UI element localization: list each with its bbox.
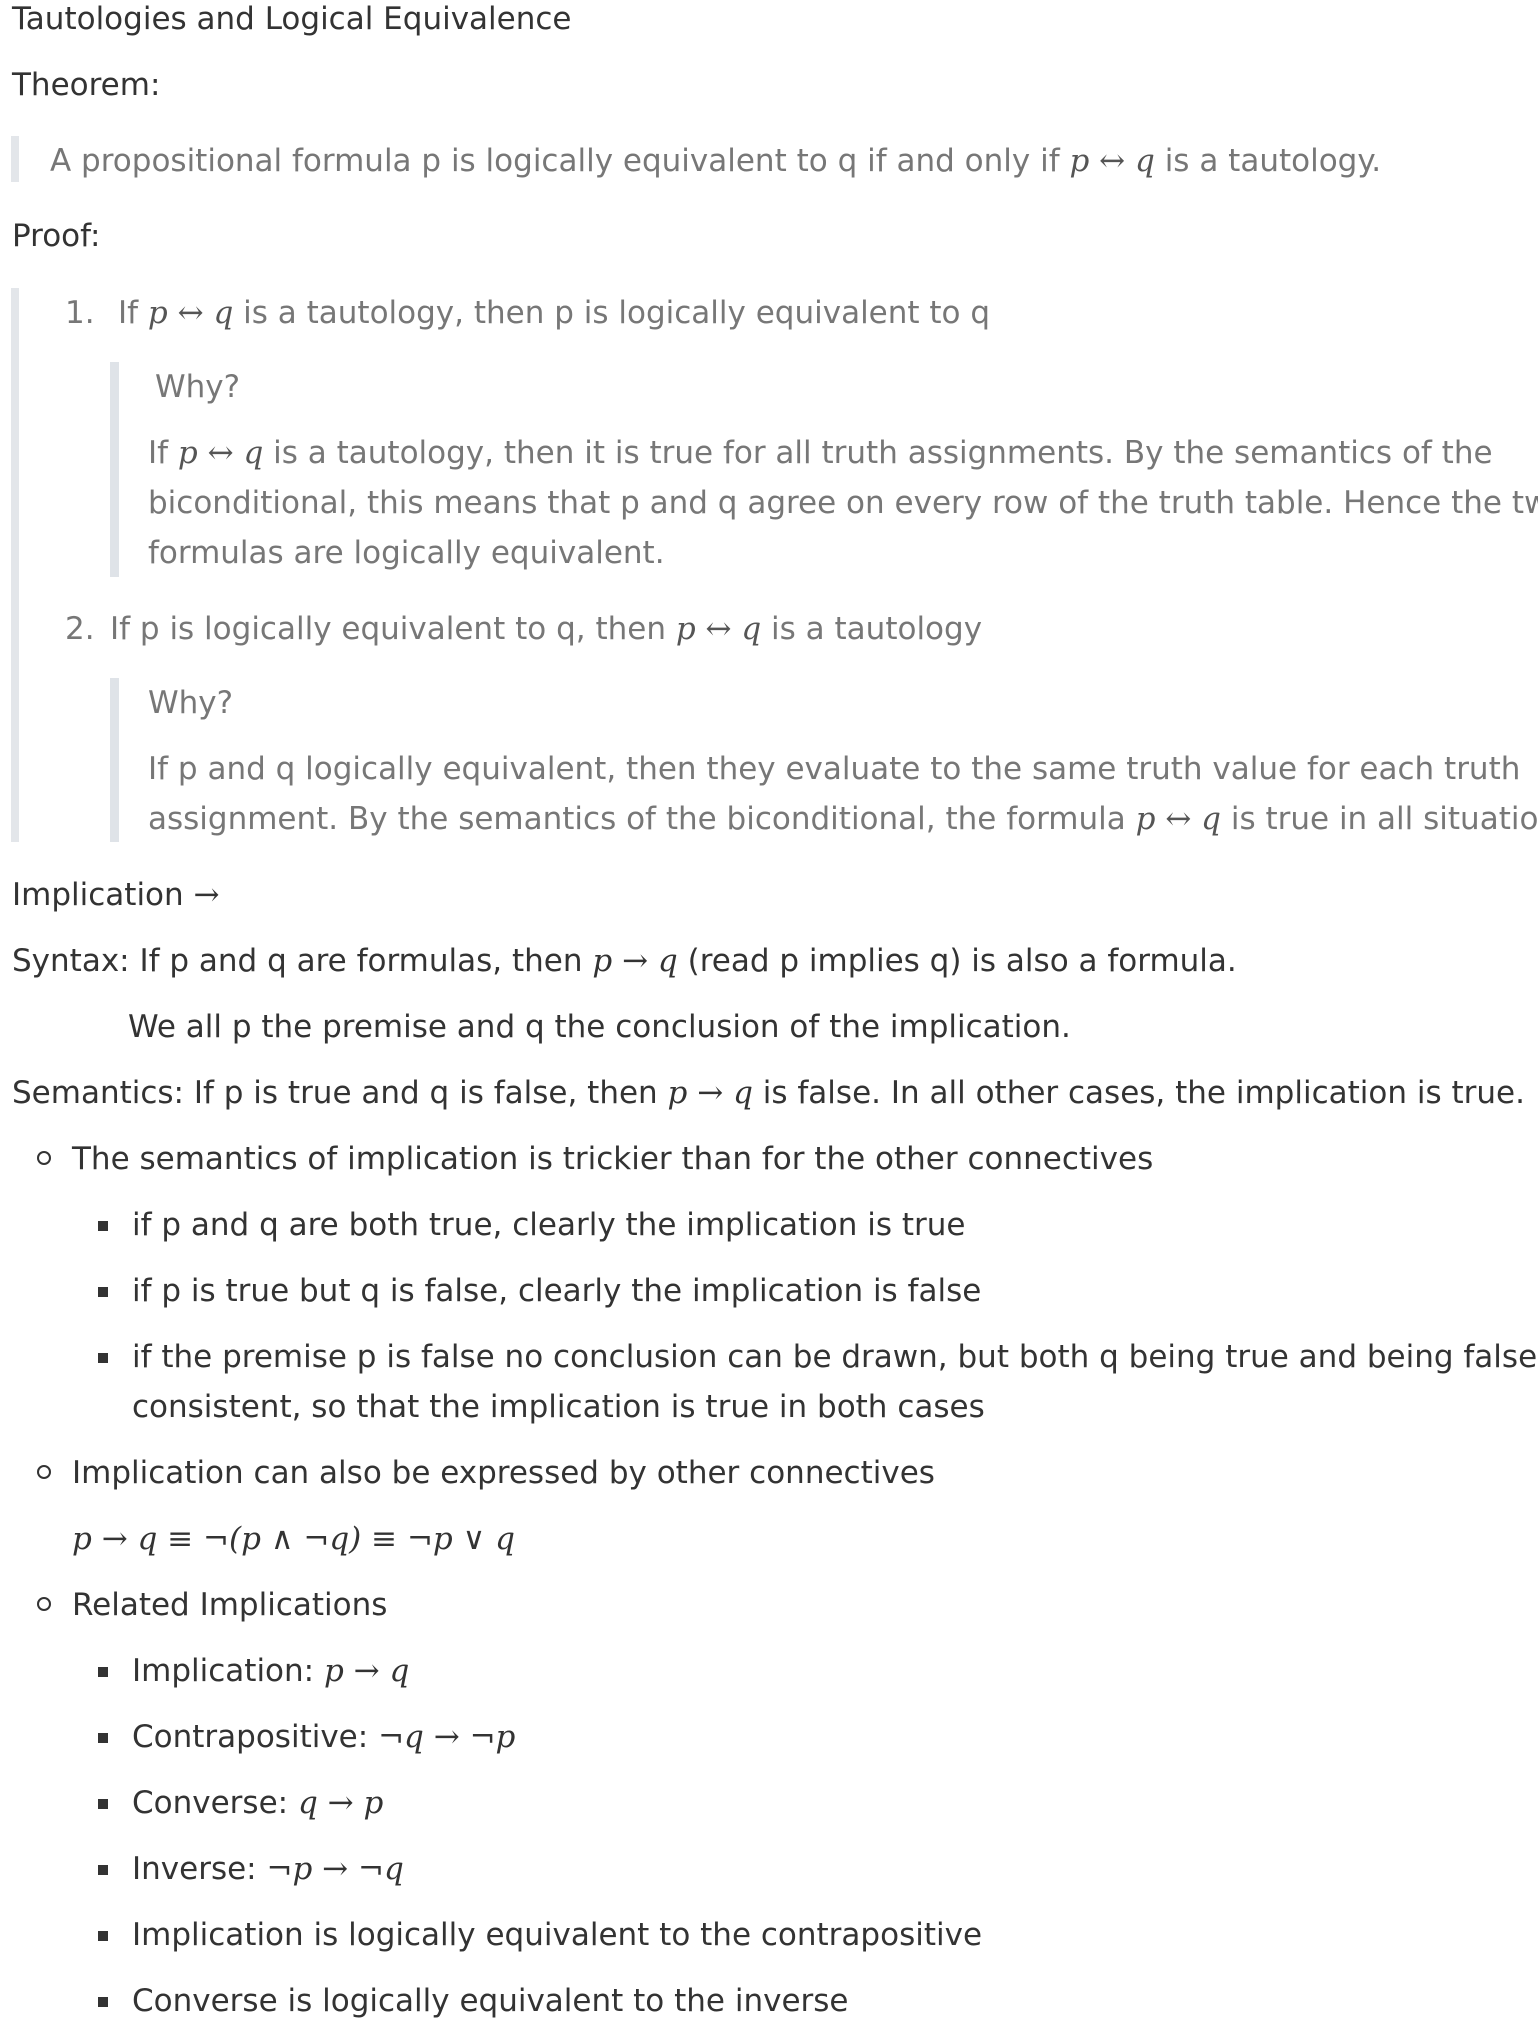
proof-item-2-math: p ↔ q [675,611,762,647]
related-inverse: Inverse: ¬p → ¬q [132,1844,404,1894]
square-bullet-icon [98,1799,108,1809]
theorem-label: Theorem: [12,67,161,103]
proof-item-1-why: Why? [155,369,241,405]
semantics-math: p → q [667,1075,753,1111]
related-inverse-math: ¬p → ¬q [266,1851,404,1887]
proof-item-2-explanation-math: p ↔ q [1135,801,1221,837]
proof-item-1-number: 1. [65,295,95,331]
proof-item-2: 2. [65,604,95,654]
theorem-text-post: is a tautology. [1154,143,1382,179]
proof-item-2-why: Why? [148,685,234,721]
related-note-1: Implication is logically equivalent to t… [132,1917,983,1953]
bullet-trickier: The semantics of implication is trickier… [72,1141,1154,1177]
proof-item-1-explanation-line-1: If p ↔ q is a tautology, then it is true… [148,428,1493,478]
proof-item-2-text: If p is logically equivalent to q, then … [110,604,982,654]
bullet-trickier-sub-3-line-2: consistent, so that the implication is t… [132,1389,985,1425]
theorem-blockquote-bar [11,136,19,182]
bullet-trickier-sub-3-line-1: if the premise p is false no conclusion … [132,1339,1538,1375]
proof-item-2-post: is a tautology [761,611,983,647]
proof-item-1-post: is a tautology, then p is logically equi… [233,295,991,331]
page-title: Tautologies and Logical Equivalence [12,1,572,37]
square-bullet-icon [98,1997,108,2007]
equivalence-formula: p → q ≡ ¬(p ∧ ¬q) ≡ ¬p ∨ q [72,1521,516,1557]
square-bullet-icon [98,1865,108,1875]
proof-item-1-explanation-post: is a tautology, then it is true for all … [263,435,1493,471]
square-bullet-icon [98,1931,108,1941]
proof-item-2-why-bar [110,678,119,842]
related-implication-label: Implication: [132,1653,324,1689]
theorem-math: p ↔ q [1069,143,1155,179]
syntax-pre: Syntax: If p and q are formulas, then [12,943,593,979]
proof-item-1-math: p ↔ q [147,295,234,331]
proof-item-1-explanation-line-3: formulas are logically equivalent. [148,535,665,571]
proof-item-1-pre: If [118,295,148,331]
circle-bullet-icon [37,1465,51,1479]
syntax-line: Syntax: If p and q are formulas, then p … [12,936,1237,986]
theorem-statement: A propositional formula p is logically e… [50,136,1381,186]
proof-item-1: 1. [65,288,95,338]
implication-arrow: → [193,877,220,913]
related-contrapositive-math: ¬q → ¬p [378,1719,516,1755]
theorem-text-pre: A propositional formula p is logically e… [50,143,1070,179]
square-bullet-icon [98,1353,108,1363]
semantics-line: Semantics: If p is true and q is false, … [12,1068,1525,1118]
proof-item-2-explanation-pre: assignment. By the semantics of the bico… [148,801,1136,837]
semantics-pre: Semantics: If p is true and q is false, … [12,1075,668,1111]
square-bullet-icon [98,1733,108,1743]
premise-note: We all p the premise and q the conclusio… [128,1009,1071,1045]
related-converse: Converse: q → p [132,1778,383,1828]
syntax-post: (read p implies q) is also a formula. [677,943,1237,979]
square-bullet-icon [98,1667,108,1677]
syntax-math: p → q [592,943,678,979]
related-note-2: Converse is logically equivalent to the … [132,1983,849,2019]
proof-item-2-explanation-line-1: If p and q logically equivalent, then th… [148,751,1521,787]
semantics-post: is false. In all other cases, the implic… [752,1075,1525,1111]
proof-item-2-pre: If p is logically equivalent to q, then [110,611,676,647]
proof-item-1-explanation-line-2: biconditional, this means that p and q a… [148,485,1538,521]
proof-item-1-text: If p ↔ q is a tautology, then p is logic… [118,288,990,338]
related-implication: Implication: p → q [132,1646,409,1696]
proof-item-2-number: 2. [65,611,95,647]
square-bullet-icon [98,1287,108,1297]
bullet-related: Related Implications [72,1587,388,1623]
related-contrapositive-label: Contrapositive: [132,1719,379,1755]
implication-heading: Implication → [12,870,220,920]
related-implication-math: p → q [323,1653,410,1689]
related-contrapositive: Contrapositive: ¬q → ¬p [132,1712,515,1762]
proof-item-1-explanation-math: p ↔ q [177,435,264,471]
implication-heading-text: Implication [12,877,194,913]
proof-item-2-explanation-line-2: assignment. By the semantics of the bico… [148,794,1538,844]
circle-bullet-icon [37,1151,51,1165]
related-inverse-label: Inverse: [132,1851,267,1887]
proof-label: Proof: [12,218,101,254]
related-converse-math: q → p [297,1785,384,1821]
proof-item-2-explanation-post: is true in all situations. [1230,801,1538,837]
bullet-trickier-sub-2: if p is true but q is false, clearly the… [132,1273,982,1309]
proof-item-1-why-bar [110,362,119,577]
square-bullet-icon [98,1221,108,1231]
bullet-trickier-sub-1: if p and q are both true, clearly the im… [132,1207,966,1243]
proof-item-1-explanation-pre: If [148,435,178,471]
bullet-other-connectives: Implication can also be expressed by oth… [72,1455,935,1491]
proof-blockquote-bar [11,288,19,842]
circle-bullet-icon [37,1597,51,1611]
related-converse-label: Converse: [132,1785,298,1821]
